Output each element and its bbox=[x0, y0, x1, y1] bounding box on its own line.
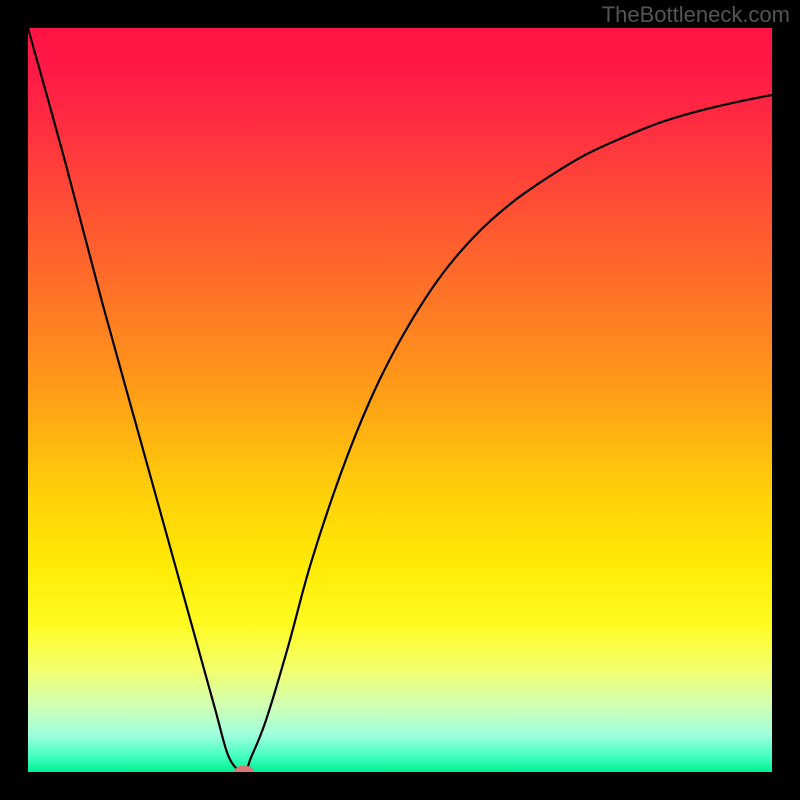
chart-container: TheBottleneck.com bbox=[0, 0, 800, 800]
optimum-marker bbox=[234, 766, 254, 773]
watermark-text: TheBottleneck.com bbox=[602, 2, 790, 28]
plot-area bbox=[28, 28, 772, 772]
bottleneck-curve bbox=[28, 28, 772, 772]
